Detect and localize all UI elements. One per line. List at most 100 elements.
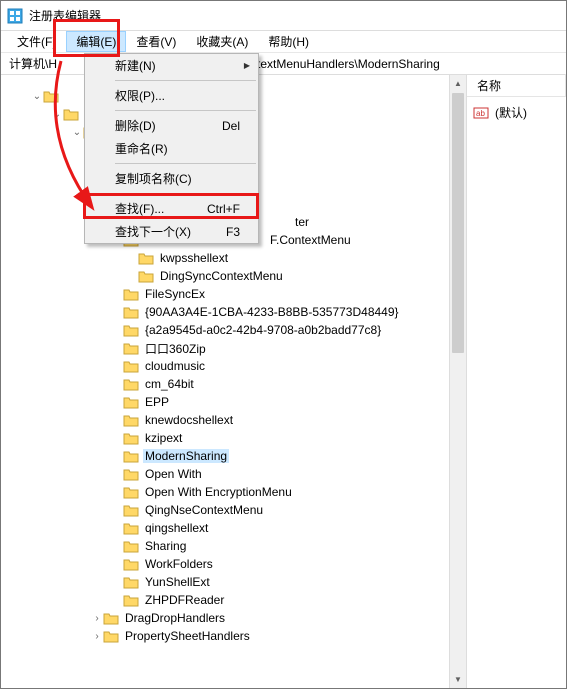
expand-icon[interactable]: › <box>91 631 103 642</box>
menu-item-copy-key-name-label: 复制项名称(C) <box>115 170 240 187</box>
tree-label: 口口360Zip <box>143 340 208 357</box>
menu-edit[interactable]: 编辑(E) <box>66 31 126 52</box>
tree-node[interactable]: kwpsshellext <box>11 249 466 267</box>
menu-item-new-label: 新建(N) <box>115 57 240 74</box>
expand-icon[interactable]: ⌄ <box>51 109 63 120</box>
window-title: 注册表编辑器 <box>29 7 101 24</box>
tree-label: EPP <box>143 395 171 409</box>
values-pane: 名称 ab (默认) <box>467 75 566 688</box>
folder-icon <box>123 485 139 499</box>
tree-node[interactable]: {a2a9545d-a0c2-42b4-9708-a0b2badd77c8} <box>11 321 466 339</box>
menu-item-find-label: 查找(F)... <box>115 200 207 217</box>
menu-item-rename[interactable]: 重命名(R) <box>85 137 258 160</box>
folder-icon <box>123 305 139 319</box>
folder-icon <box>123 377 139 391</box>
scroll-up-icon[interactable]: ▲ <box>450 75 466 92</box>
value-name: (默认) <box>495 104 527 121</box>
menu-separator <box>115 80 256 81</box>
tree-node[interactable]: 口口360Zip <box>11 339 466 357</box>
tree-label: qingshellext <box>143 521 210 535</box>
tree-label: FileSyncEx <box>143 287 207 301</box>
tree-node[interactable]: Sharing <box>11 537 466 555</box>
tree-label: {90AA3A4E-1CBA-4233-B8BB-535773D48449} <box>143 305 401 319</box>
tree-scrollbar[interactable]: ▲ ▼ <box>449 75 466 688</box>
values-header[interactable]: 名称 <box>467 75 566 97</box>
menu-item-find[interactable]: 查找(F)... Ctrl+F <box>85 197 258 220</box>
tree-label: cm_64bit <box>143 377 196 391</box>
tree-label: ter <box>293 215 311 229</box>
scroll-thumb[interactable] <box>452 93 464 353</box>
menu-item-permissions[interactable]: 权限(P)... <box>85 84 258 107</box>
folder-icon <box>103 611 119 625</box>
tree-node-selected[interactable]: ModernSharing <box>11 447 466 465</box>
tree-node[interactable]: kzipext <box>11 429 466 447</box>
folder-icon <box>123 521 139 535</box>
menu-help[interactable]: 帮助(H) <box>258 31 319 52</box>
tree-node[interactable]: Open With <box>11 465 466 483</box>
column-name[interactable]: 名称 <box>467 74 566 97</box>
svg-text:ab: ab <box>476 109 485 118</box>
tree-node[interactable]: qingshellext <box>11 519 466 537</box>
folder-icon <box>63 107 79 121</box>
tree-node[interactable]: EPP <box>11 393 466 411</box>
tree-label: DragDropHandlers <box>123 611 227 625</box>
values-body[interactable]: ab (默认) <box>467 97 566 688</box>
tree-label: cloudmusic <box>143 359 207 373</box>
tree-node[interactable]: cm_64bit <box>11 375 466 393</box>
tree-label: DingSyncContextMenu <box>158 269 285 283</box>
folder-icon <box>123 287 139 301</box>
folder-icon <box>123 575 139 589</box>
tree-node[interactable]: QingNseContextMenu <box>11 501 466 519</box>
tree-label: ZHPDFReader <box>143 593 226 607</box>
menu-view[interactable]: 查看(V) <box>126 31 186 52</box>
string-value-icon: ab <box>473 105 489 121</box>
folder-icon <box>123 557 139 571</box>
expand-icon[interactable]: › <box>91 613 103 624</box>
menu-item-new[interactable]: 新建(N) <box>85 54 258 77</box>
folder-icon <box>123 539 139 553</box>
menu-favorites[interactable]: 收藏夹(A) <box>186 31 258 52</box>
menu-item-copy-key-name[interactable]: 复制项名称(C) <box>85 167 258 190</box>
folder-icon <box>123 431 139 445</box>
tree-label: Open With <box>143 467 204 481</box>
tree-label: WorkFolders <box>143 557 215 571</box>
address-path-tail: textMenuHandlers\ModernSharing <box>257 57 440 71</box>
tree-node[interactable]: › DragDropHandlers <box>11 609 466 627</box>
tree-node[interactable]: Open With EncryptionMenu <box>11 483 466 501</box>
menu-separator <box>115 110 256 111</box>
folder-icon <box>123 467 139 481</box>
tree-label: F.ContextMenu <box>268 233 353 247</box>
menu-item-find-next-shortcut: F3 <box>226 225 240 239</box>
tree-label: Open With EncryptionMenu <box>143 485 294 499</box>
menu-separator <box>115 193 256 194</box>
tree-label: knewdocshellext <box>143 413 235 427</box>
tree-label: kzipext <box>143 431 184 445</box>
menu-item-permissions-label: 权限(P)... <box>115 87 240 104</box>
menu-item-find-next[interactable]: 查找下一个(X) F3 <box>85 220 258 243</box>
menu-item-delete[interactable]: 删除(D) Del <box>85 114 258 137</box>
tree-node[interactable]: ›PropertySheetHandlers <box>11 627 466 645</box>
menu-item-delete-label: 删除(D) <box>115 117 222 134</box>
folder-icon <box>123 449 139 463</box>
tree-node[interactable]: YunShellExt <box>11 573 466 591</box>
tree-node[interactable]: ZHPDFReader <box>11 591 466 609</box>
menubar: 文件(F) 编辑(E) 查看(V) 收藏夹(A) 帮助(H) <box>1 31 566 53</box>
tree-node[interactable]: cloudmusic <box>11 357 466 375</box>
folder-icon <box>103 629 119 643</box>
value-row[interactable]: ab (默认) <box>471 103 562 122</box>
expand-icon[interactable]: ⌄ <box>31 91 43 102</box>
tree-node[interactable]: {90AA3A4E-1CBA-4233-B8BB-535773D48449} <box>11 303 466 321</box>
scroll-down-icon[interactable]: ▼ <box>450 671 466 688</box>
folder-icon <box>43 89 59 103</box>
expand-icon[interactable]: ⌄ <box>71 127 83 138</box>
folder-icon <box>138 251 154 265</box>
folder-icon <box>123 413 139 427</box>
tree-node[interactable]: FileSyncEx <box>11 285 466 303</box>
tree-node[interactable]: WorkFolders <box>11 555 466 573</box>
tree-node[interactable]: DingSyncContextMenu <box>11 267 466 285</box>
tree-label: kwpsshellext <box>158 251 230 265</box>
menu-file[interactable]: 文件(F) <box>7 31 66 52</box>
tree-label: YunShellExt <box>143 575 212 589</box>
tree-node[interactable]: knewdocshellext <box>11 411 466 429</box>
folder-icon <box>123 503 139 517</box>
